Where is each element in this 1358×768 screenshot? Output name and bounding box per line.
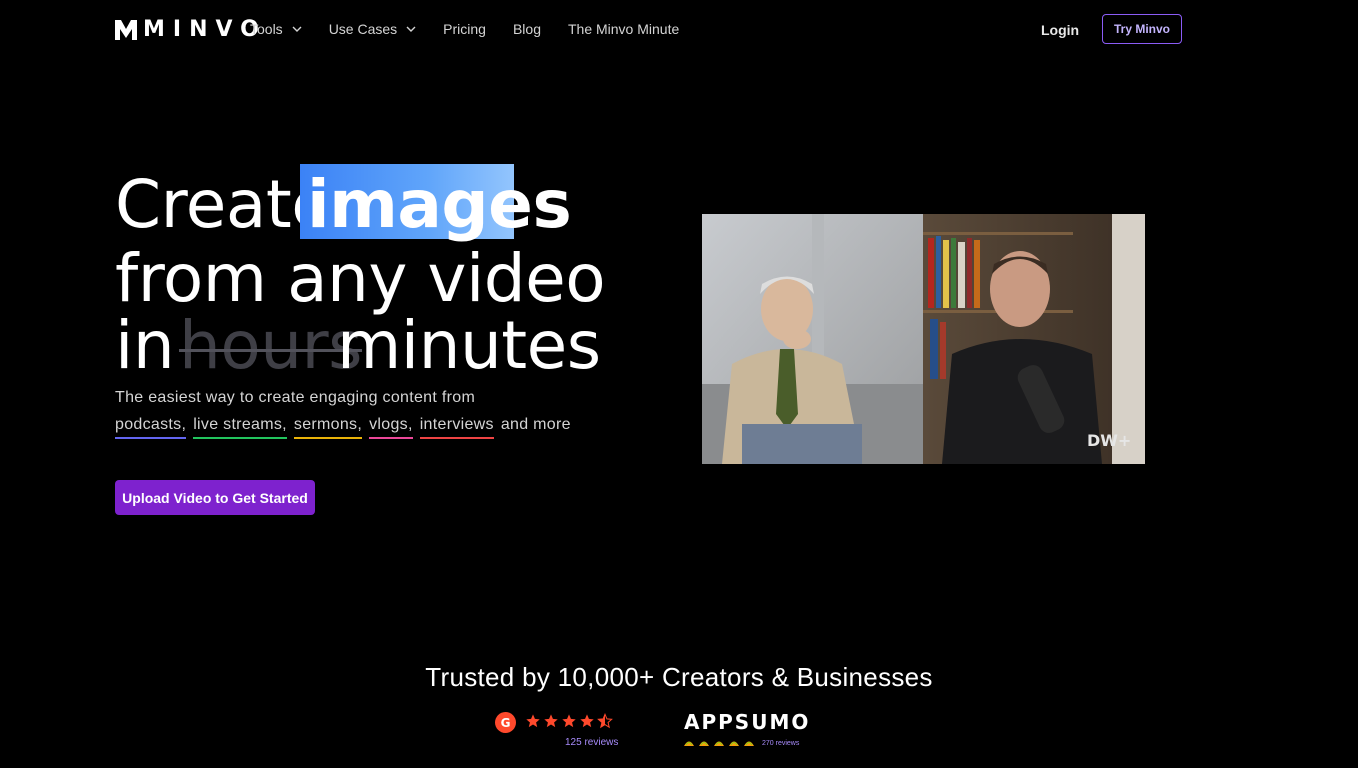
taco-icon bbox=[729, 741, 739, 746]
top-navigation: MINVO Tools Use Cases Pricing Blog The M… bbox=[0, 0, 1358, 60]
minvo-logo[interactable]: MINVO bbox=[115, 19, 267, 41]
chevron-down-icon bbox=[292, 26, 302, 32]
star-icon bbox=[580, 714, 594, 728]
appsumo-tacos bbox=[683, 739, 755, 747]
g2-stars bbox=[525, 713, 613, 729]
nav-blog[interactable]: Blog bbox=[513, 21, 541, 37]
hero-video-preview[interactable]: DW+ bbox=[702, 214, 1145, 464]
appsumo-wordmark: APPSUMO bbox=[684, 710, 811, 734]
star-icon bbox=[544, 714, 558, 728]
headline-highlight-word: images bbox=[307, 166, 572, 243]
tag-podcasts: podcasts, bbox=[115, 416, 187, 439]
star-icon bbox=[526, 714, 540, 728]
nav-use-cases-label: Use Cases bbox=[328, 21, 398, 37]
nav-minvo-minute[interactable]: The Minvo Minute bbox=[568, 21, 679, 37]
tag-interviews: interviews bbox=[419, 416, 494, 439]
minvo-logo-mark-icon bbox=[115, 20, 137, 40]
try-minvo-button[interactable]: Try Minvo bbox=[1102, 14, 1182, 44]
appsumo-rating[interactable]: APPSUMO 270 reviews bbox=[683, 711, 813, 751]
taco-icon bbox=[744, 741, 754, 746]
star-icon bbox=[562, 714, 576, 728]
headline-struck-word: hours bbox=[179, 307, 363, 384]
headline-word-in: in bbox=[115, 307, 175, 384]
headline-word-minutes: minutes bbox=[337, 307, 601, 384]
tag-live-streams: live streams, bbox=[193, 416, 287, 439]
nav-tools-label: Tools bbox=[250, 21, 283, 37]
logo-text: MINVO bbox=[143, 17, 267, 42]
taco-icon bbox=[714, 741, 724, 746]
content-type-tags: podcasts, live streams, sermons, vlogs, … bbox=[115, 416, 571, 439]
headline-line-2: from any video bbox=[115, 240, 606, 317]
headline-word-create: Create bbox=[115, 166, 332, 243]
login-link[interactable]: Login bbox=[1041, 22, 1079, 38]
tag-sermons: sermons, bbox=[293, 416, 363, 439]
half-star-icon bbox=[597, 713, 613, 729]
video-watermark: DW+ bbox=[1087, 431, 1131, 450]
tag-vlogs: vlogs, bbox=[369, 416, 413, 439]
g2-reviews-count: 125 reviews bbox=[565, 737, 619, 748]
upload-video-button[interactable]: Upload Video to Get Started bbox=[115, 480, 315, 515]
nav-tools[interactable]: Tools bbox=[250, 21, 302, 37]
g2-rating[interactable]: G 125 reviews bbox=[495, 712, 625, 752]
appsumo-reviews-count: 270 reviews bbox=[762, 740, 800, 747]
tags-suffix: and more bbox=[500, 416, 571, 433]
hero-subtitle: The easiest way to create engaging conte… bbox=[115, 389, 476, 406]
taco-icon bbox=[684, 741, 694, 746]
video-frame-image: DW+ bbox=[702, 214, 1145, 464]
chevron-down-icon bbox=[406, 26, 416, 32]
taco-icon bbox=[699, 741, 709, 746]
trusted-heading: Trusted by 10,000+ Creators & Businesses bbox=[425, 662, 933, 692]
nav-pricing[interactable]: Pricing bbox=[443, 21, 486, 37]
svg-text:G: G bbox=[501, 716, 511, 730]
nav-links: Tools Use Cases Pricing Blog The Minvo M… bbox=[250, 21, 679, 37]
g2-logo-icon: G bbox=[495, 712, 516, 733]
nav-use-cases[interactable]: Use Cases bbox=[329, 21, 416, 37]
